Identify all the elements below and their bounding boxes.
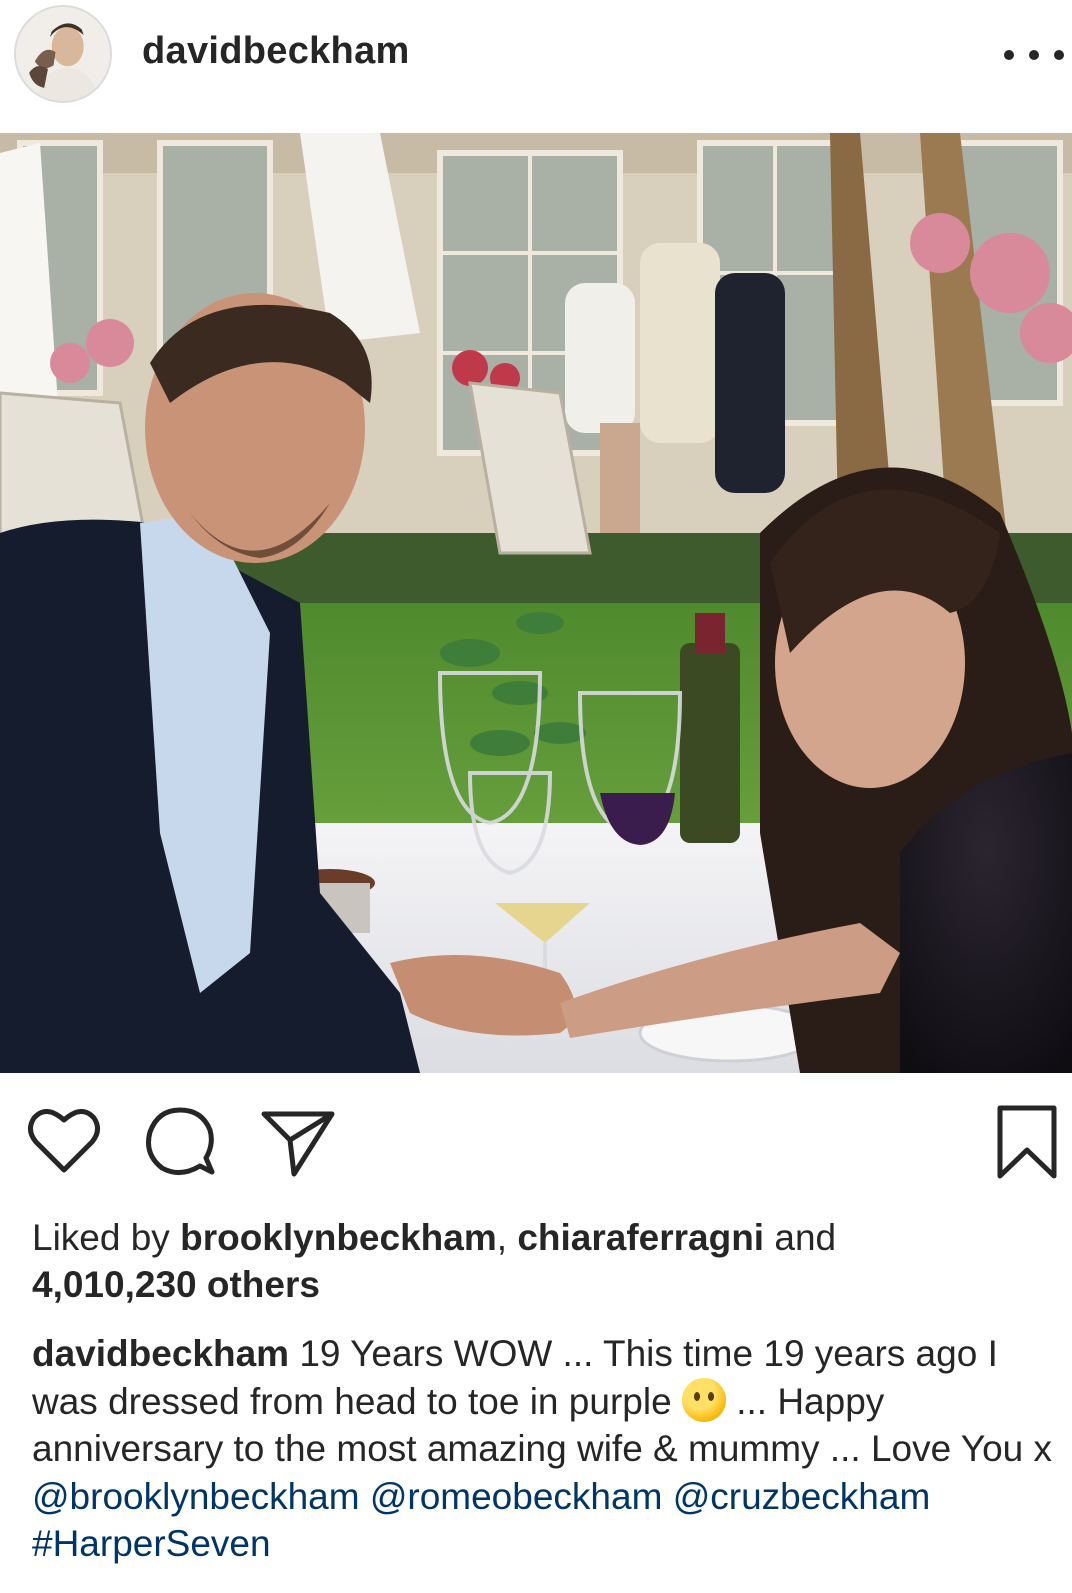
hashtag-link[interactable]: #HarperSeven: [32, 1523, 271, 1564]
mention-link[interactable]: @brooklynbeckham: [32, 1476, 360, 1517]
avatar-image: [16, 7, 110, 101]
likes-separator: ,: [496, 1217, 518, 1258]
likes-prefix: Liked by: [32, 1217, 181, 1258]
liked-by-user-link[interactable]: chiaraferragni: [517, 1217, 764, 1258]
dot: [1004, 50, 1014, 60]
caption-author-link[interactable]: davidbeckham: [32, 1333, 289, 1374]
likes-and: and: [764, 1217, 837, 1258]
avatar[interactable]: [14, 5, 112, 103]
likes-summary: Liked by brooklynbeckham, chiaraferragni…: [32, 1214, 1052, 1308]
post-header: davidbeckham: [0, 0, 1072, 133]
mention-link[interactable]: @romeobeckham: [370, 1476, 663, 1517]
mention-link[interactable]: @cruzbeckham: [673, 1476, 931, 1517]
likes-count-link[interactable]: 4,010,230 others: [32, 1264, 320, 1305]
bookmark-icon[interactable]: [990, 1100, 1070, 1180]
post-actions: [0, 1100, 1072, 1180]
liked-by-user-link[interactable]: brooklynbeckham: [180, 1217, 497, 1258]
post-photo[interactable]: [0, 133, 1072, 1073]
post-caption: davidbeckham 19 Years WOW ... This time …: [32, 1330, 1052, 1568]
send-icon[interactable]: [258, 1100, 338, 1180]
post-username[interactable]: davidbeckham: [142, 30, 410, 73]
thinking-face-emoji: [681, 1377, 726, 1422]
dot: [1029, 50, 1039, 60]
more-options-icon[interactable]: [1004, 40, 1064, 70]
dot: [1054, 50, 1064, 60]
comment-icon[interactable]: [140, 1100, 220, 1180]
photo-illustration: [0, 133, 1072, 1073]
heart-icon[interactable]: [24, 1100, 104, 1180]
